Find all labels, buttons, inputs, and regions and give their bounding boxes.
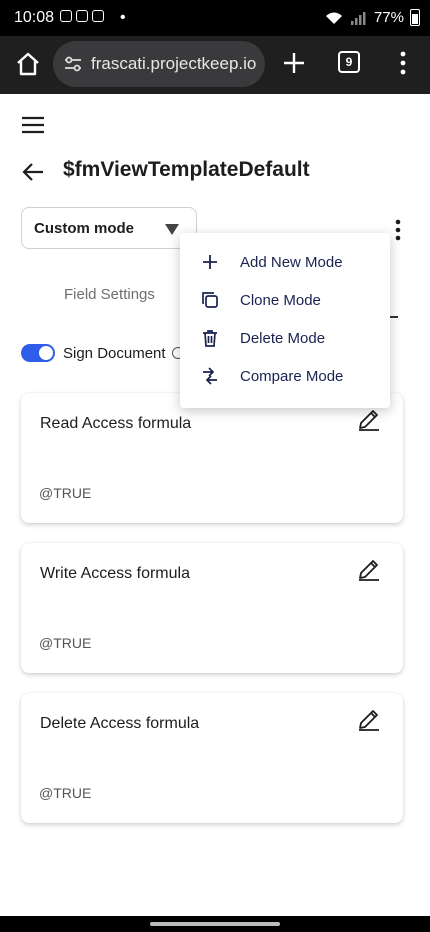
trash-icon (203, 330, 217, 347)
plus-icon (203, 255, 217, 269)
menu-item-clone-mode[interactable]: Clone Mode (180, 281, 390, 319)
caret-down-icon (165, 224, 179, 235)
site-settings-icon[interactable] (63, 54, 83, 74)
battery-percent: 77% (373, 9, 404, 26)
edit-pencil-icon[interactable] (357, 707, 381, 731)
browser-toolbar: frascati.projectkeep.io 9 (0, 36, 430, 94)
edit-pencil-icon[interactable] (357, 557, 381, 581)
menu-item-label: Compare Mode (240, 368, 344, 385)
sign-document-label: Sign Document (63, 345, 166, 362)
menu-item-delete-mode[interactable]: Delete Mode (180, 319, 390, 357)
url-bar[interactable]: frascati.projectkeep.io (53, 41, 265, 87)
new-tab-icon[interactable] (280, 49, 308, 77)
access-formula-card: Delete Access formula @TRUE (21, 693, 403, 823)
status-right: 77% (324, 9, 420, 26)
card-value: @TRUE (39, 785, 92, 801)
menu-item-add-new-mode[interactable]: Add New Mode (180, 243, 390, 281)
edit-pencil-icon[interactable] (357, 407, 381, 431)
card-value: @TRUE (39, 635, 92, 651)
page-title: $fmViewTemplateDefault (63, 158, 310, 181)
home-gesture-pill[interactable] (150, 922, 280, 926)
wifi-icon (325, 12, 342, 24)
more-options-icon[interactable] (393, 219, 403, 241)
sign-document-toggle[interactable] (21, 344, 55, 362)
signal-icon (350, 11, 366, 25)
tab-field-settings[interactable]: Field Settings (64, 286, 155, 303)
mode-select-value: Custom mode (34, 220, 135, 237)
access-formula-card: Read Access formula @TRUE (21, 393, 403, 523)
card-title: Write Access formula (40, 565, 190, 582)
card-value: @TRUE (39, 485, 92, 501)
battery-icon (410, 9, 420, 26)
access-formula-card: Write Access formula @TRUE (21, 543, 403, 673)
copy-icon (202, 292, 218, 308)
browser-menu-icon[interactable] (396, 49, 410, 77)
menu-item-label: Delete Mode (240, 330, 326, 347)
card-title: Delete Access formula (40, 715, 200, 732)
tab-switcher-button[interactable]: 9 (338, 51, 360, 73)
notification-dot: • (120, 9, 126, 26)
hamburger-menu-icon[interactable] (22, 116, 44, 134)
mode-select[interactable]: Custom mode (21, 207, 197, 249)
gmail-icon (76, 10, 88, 22)
back-arrow-icon[interactable] (22, 162, 44, 182)
notification-icons (60, 10, 104, 22)
menu-item-label: Clone Mode (240, 292, 321, 309)
url-text: frascati.projectkeep.io (91, 54, 257, 73)
menu-item-label: Add New Mode (240, 254, 343, 271)
tab-count: 9 (345, 55, 353, 69)
system-nav-bar (0, 916, 430, 932)
status-bar: 10:08 • 77% (0, 0, 430, 36)
menu-item-compare-mode[interactable]: Compare Mode (180, 357, 390, 395)
mode-options-menu: Add New Mode Clone Mode Delete Mode Comp… (180, 233, 390, 408)
status-time: 10:08 (14, 9, 55, 26)
card-title: Read Access formula (40, 415, 192, 432)
home-icon[interactable] (14, 50, 42, 78)
compare-icon (203, 367, 217, 385)
instagram-icon (92, 10, 104, 22)
instagram-icon (60, 10, 72, 22)
